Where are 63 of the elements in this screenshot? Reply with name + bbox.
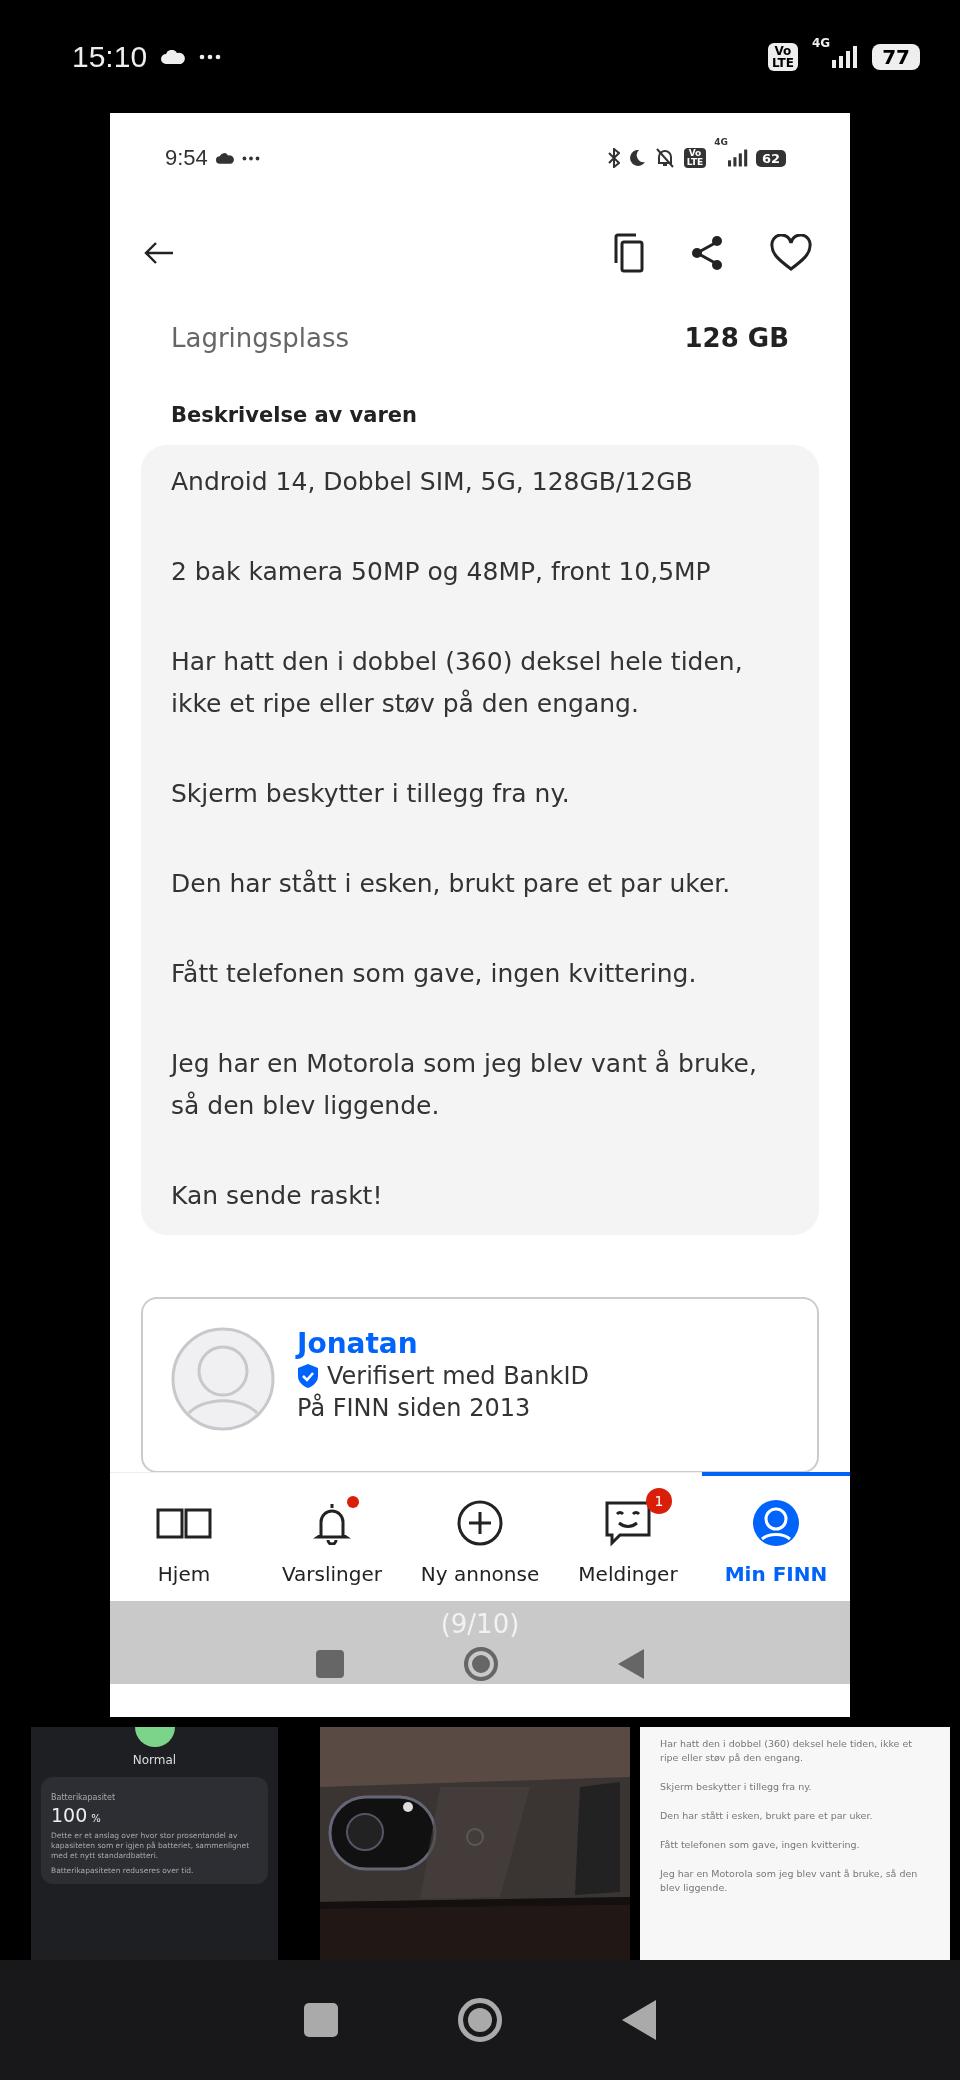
nav-tab[interactable]: Min FINN	[702, 1472, 850, 1597]
bluetooth-icon	[607, 148, 620, 168]
description-paragraph: Den har stått i esken, brukt pare et par uker.	[171, 868, 732, 900]
seller-name[interactable]: Jonatan	[297, 1327, 589, 1360]
back-icon[interactable]	[622, 2000, 656, 2040]
copy-icon[interactable]	[614, 233, 644, 273]
description-paragraph: Android 14, Dobbel SIM, 5G, 128GB/12GB	[171, 466, 694, 498]
description-paragraph: Den har stått i esken, brukt pare et par uker.	[660, 1809, 874, 1823]
heart-icon[interactable]	[770, 234, 812, 272]
description-paragraph: Skjerm beskytter i tillegg fra ny.	[660, 1780, 813, 1794]
share-icon[interactable]	[690, 235, 724, 271]
muted-bell-icon	[653, 148, 676, 168]
signal-icon	[832, 45, 859, 68]
nav-tab[interactable]: Varslinger	[258, 1472, 406, 1597]
avatar-icon	[171, 1327, 275, 1431]
back-icon	[618, 1649, 644, 1679]
cloud-icon	[161, 49, 186, 64]
description-paragraph: Har hatt den i dobbel (360) deksel hele tiden, ikke et ripe eller støv på den engang.	[171, 646, 744, 720]
thumbnail[interactable]	[640, 1727, 950, 1960]
volte-badge: Vo LTE	[683, 148, 707, 168]
spec-label: Lagringsplass	[171, 323, 350, 353]
spec-value: 128 GB	[684, 323, 789, 353]
smiley-chat-icon	[604, 1499, 652, 1547]
description-paragraph: Har hatt den i dobbel (360) deksel hele tiden, ikke et ripe eller støv på den engang.	[660, 1737, 913, 1765]
verified-text: Verifisert med BankID	[327, 1361, 589, 1392]
plus-circle-icon	[456, 1499, 504, 1547]
cloud-icon	[215, 152, 234, 164]
nav-tab[interactable]: Hjem	[110, 1472, 258, 1597]
more-icon	[199, 53, 222, 60]
battery-level: 62	[755, 149, 786, 167]
description-paragraph: 2 bak kamera 50MP og 48MP, front 10,5MP	[171, 556, 712, 588]
unread-count: 1	[646, 1488, 672, 1514]
back-arrow-icon[interactable]	[144, 242, 174, 264]
description-paragraph: Fått telefonen som gave, ingen kvittering.	[660, 1838, 861, 1852]
nav-tab[interactable]: 1 Meldinger	[554, 1472, 702, 1597]
home-icon[interactable]	[458, 1998, 502, 2042]
description-paragraph: Fått telefonen som gave, ingen kvittering.	[171, 958, 698, 990]
verified-shield-icon	[297, 1364, 319, 1388]
bell-icon	[313, 1501, 351, 1545]
description-paragraph: Jeg har en Motorola som jeg blev vant å bruke, så den blev liggende.	[660, 1867, 919, 1895]
status-time: 9:54	[165, 145, 208, 171]
recents-icon	[316, 1650, 344, 1678]
profile-icon	[752, 1499, 800, 1547]
signal-icon	[727, 149, 748, 167]
battery-status: Normal	[132, 1753, 177, 1767]
network-type: 4G	[811, 36, 831, 50]
home-icon	[464, 1647, 498, 1681]
moon-icon	[627, 149, 646, 167]
more-icon	[241, 155, 260, 161]
unit: %	[91, 1813, 101, 1824]
battery-level: 77	[872, 43, 920, 70]
description-paragraph: Skjerm beskytter i tillegg fra ny.	[171, 778, 571, 810]
book-icon	[156, 1507, 212, 1539]
description-paragraph: Jeg har en Motorola som jeg blev vant å bruke, så den blev liggende.	[171, 1048, 758, 1122]
section-heading: Beskrivelse av varen	[170, 402, 419, 429]
status-time: 15:10	[72, 39, 148, 74]
member-since: På FINN siden 2013	[297, 1392, 532, 1424]
network-type: 4G	[714, 137, 728, 147]
nav-tab[interactable]: Ny annonse	[406, 1472, 554, 1597]
battery-capacity: 100	[51, 1804, 88, 1826]
description-paragraph: Kan sende raskt!	[171, 1180, 384, 1212]
card-title: Batterikapasitet	[51, 1793, 116, 1802]
volte-badge: Vo LTE	[767, 42, 798, 71]
